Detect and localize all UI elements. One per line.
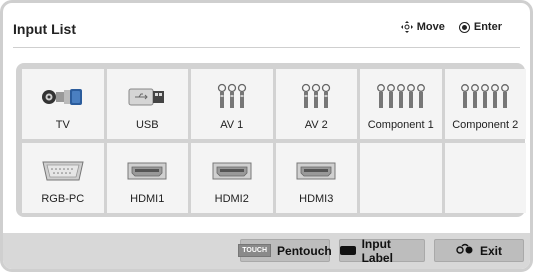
input-tile-av2[interactable]: AV 2 — [275, 69, 358, 139]
input-label: RGB-PC — [41, 193, 85, 205]
input-tile-hdmi2[interactable]: HDMI2 — [191, 143, 273, 213]
av-rca-connector-icon — [191, 83, 273, 111]
input-tile-rgb-pc[interactable]: RGB-PC — [22, 143, 104, 213]
input-tile-empty — [360, 143, 442, 213]
input-label: Component 2 — [452, 119, 519, 131]
enter-hint-label: Enter — [473, 21, 502, 33]
input-label: AV 1 — [220, 119, 244, 131]
pentouch-button[interactable]: TOUCH Pentouch — [238, 239, 332, 262]
input-label: HDMI2 — [214, 193, 249, 205]
input-grid-panel: TV USB AV 1 AV 2 Component 1 Component 2… — [16, 63, 526, 217]
input-label: Component 1 — [367, 119, 434, 131]
input-tile-tv[interactable]: TV — [22, 69, 104, 139]
input-tile-component1[interactable]: Component 1 — [360, 69, 442, 139]
input-label: AV 2 — [304, 119, 328, 131]
input-label: HDMI3 — [299, 193, 334, 205]
hdmi-connector-icon — [191, 157, 273, 185]
touch-key-icon: TOUCH — [238, 244, 272, 257]
move-hint: Move — [400, 21, 445, 33]
component-rca-connector-icon — [360, 83, 442, 111]
input-tile-component2[interactable]: Component 2 — [444, 69, 527, 139]
back-exit-icon — [456, 243, 474, 258]
hdmi-connector-icon — [107, 157, 189, 185]
exit-button[interactable]: Exit — [434, 239, 524, 262]
input-tile-av1[interactable]: AV 1 — [191, 69, 273, 139]
input-tile-hdmi3[interactable]: HDMI3 — [275, 143, 358, 213]
exit-label: Exit — [479, 243, 502, 258]
move-hint-label: Move — [416, 21, 445, 33]
input-label: HDMI1 — [130, 193, 165, 205]
av-rca-connector-icon — [276, 83, 358, 111]
usb-drive-icon — [107, 83, 189, 111]
pentouch-label: Pentouch — [277, 243, 332, 258]
hdmi-connector-icon — [276, 157, 358, 185]
input-list-dialog: Input List Move Enter TV USB AV 1 AV 2 C… — [0, 0, 533, 272]
nav-hints: Move Enter — [400, 21, 502, 33]
move-arrows-icon — [400, 21, 413, 33]
input-label: USB — [135, 119, 159, 131]
input-label-button[interactable]: Input Label — [339, 236, 425, 265]
tv-antenna-connector-icon — [22, 83, 104, 111]
vga-connector-icon — [22, 157, 104, 185]
input-tile-usb[interactable]: USB — [106, 69, 189, 139]
footer-bar: TOUCH Pentouch Input Label Exit — [3, 233, 530, 269]
title-divider — [13, 47, 520, 48]
dialog-title: Input List — [13, 21, 76, 37]
input-label: TV — [55, 119, 70, 131]
enter-hint: Enter — [458, 21, 502, 33]
input-tile-hdmi1[interactable]: HDMI1 — [106, 143, 189, 213]
component-rca-connector-icon — [445, 83, 527, 111]
enter-button-icon — [458, 21, 470, 33]
input-label-button-text: Input Label — [361, 236, 393, 265]
input-grid: TV USB AV 1 AV 2 Component 1 Component 2… — [22, 69, 526, 213]
input-tile-empty — [444, 143, 526, 213]
black-key-icon — [340, 246, 356, 255]
